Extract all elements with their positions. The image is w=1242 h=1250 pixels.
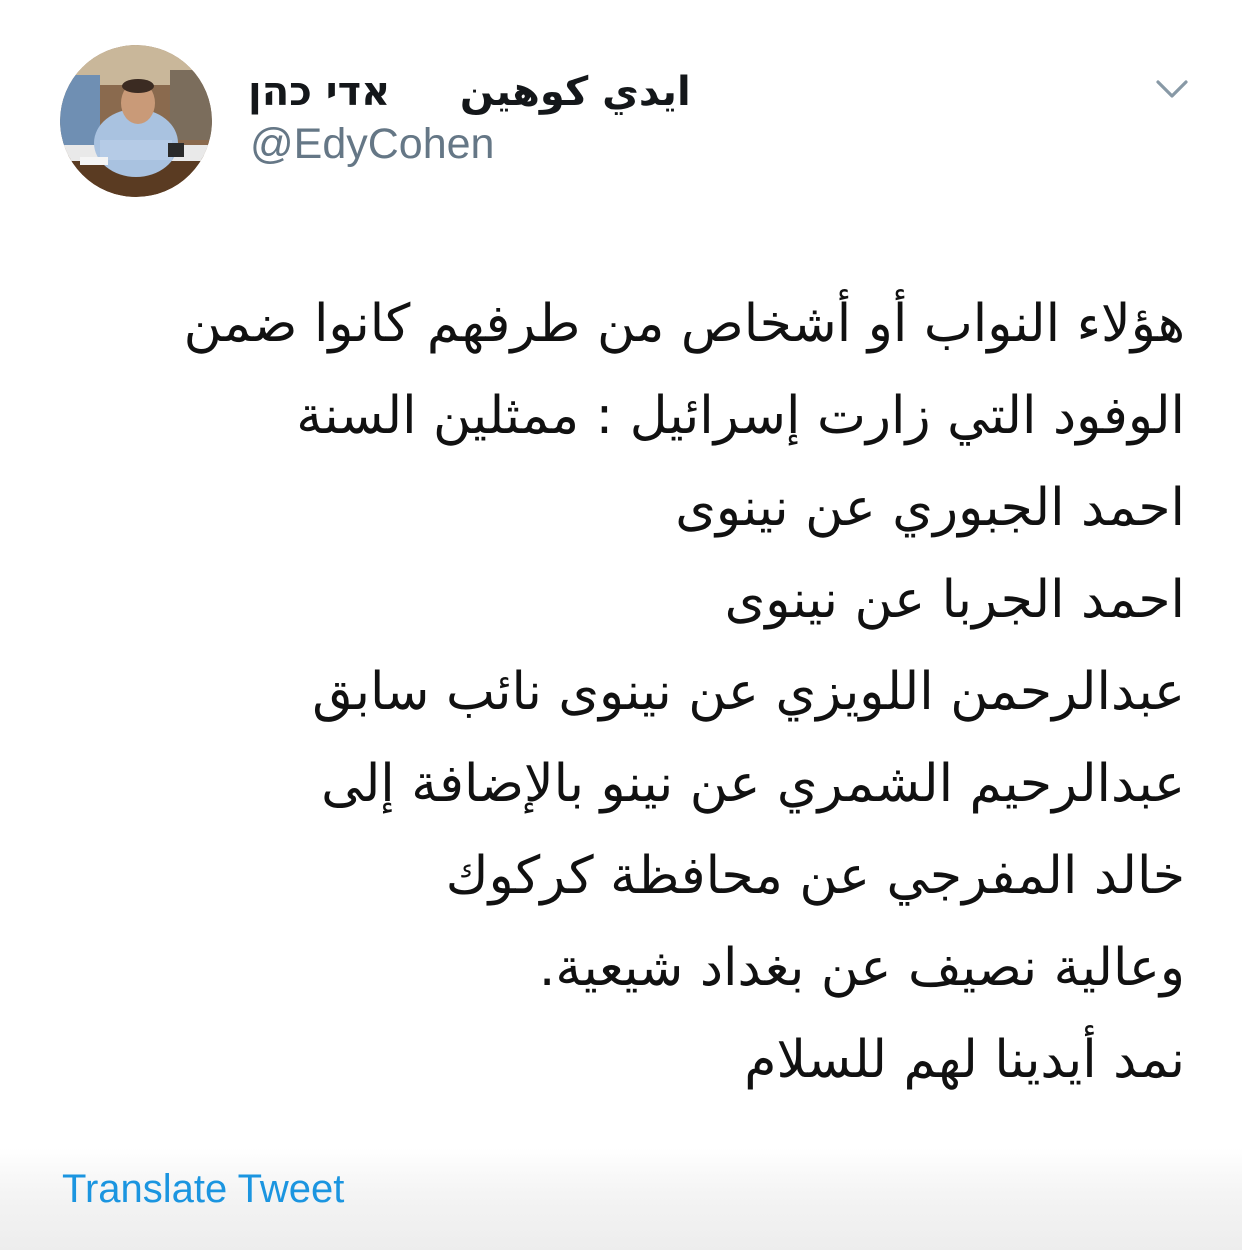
tweet-text: هؤلاء النواب أو أشخاص من طرفهم كانوا ضمن… <box>80 278 1185 1106</box>
tweet-text-line: عبدالرحيم الشمري عن نينو بالإضافة إلى <box>321 754 1185 814</box>
tweet-text-line: عبدالرحمن اللويزي عن نينوى نائب سابق <box>312 662 1185 722</box>
profile-photo-icon <box>60 45 212 197</box>
author-avatar[interactable] <box>60 45 212 197</box>
tweet-text-line: احمد الجبوري عن نينوى <box>675 478 1185 538</box>
tweet-text-line: وعالية نصيف عن بغداد شيعية. <box>538 938 1185 998</box>
tweet-menu-button[interactable] <box>1150 70 1194 110</box>
author-display-name[interactable]: ايدي كوهين אדי כהן <box>248 64 708 120</box>
tweet-text-line: هؤلاء النواب أو أشخاص من طرفهم كانوا ضمن <box>183 294 1185 354</box>
tweet-card: ايدي كوهين אדי כהן @EdyCohen هؤلاء النوا… <box>0 0 1242 1250</box>
translate-tweet-link[interactable]: Translate Tweet <box>62 1164 344 1214</box>
tweet-text-line: خالد المفرجي عن محافظة كركوك <box>445 846 1185 906</box>
tweet-text-line: نمد أيدينا لهم للسلام <box>744 1030 1185 1090</box>
tweet-text-line: الوفود التي زارت إسرائيل : ممثلين السنة <box>296 386 1185 446</box>
tweet-text-line: احمد الجربا عن نينوى <box>724 570 1185 630</box>
chevron-down-icon <box>1156 80 1188 98</box>
author-handle[interactable]: @EdyCohen <box>250 118 494 170</box>
